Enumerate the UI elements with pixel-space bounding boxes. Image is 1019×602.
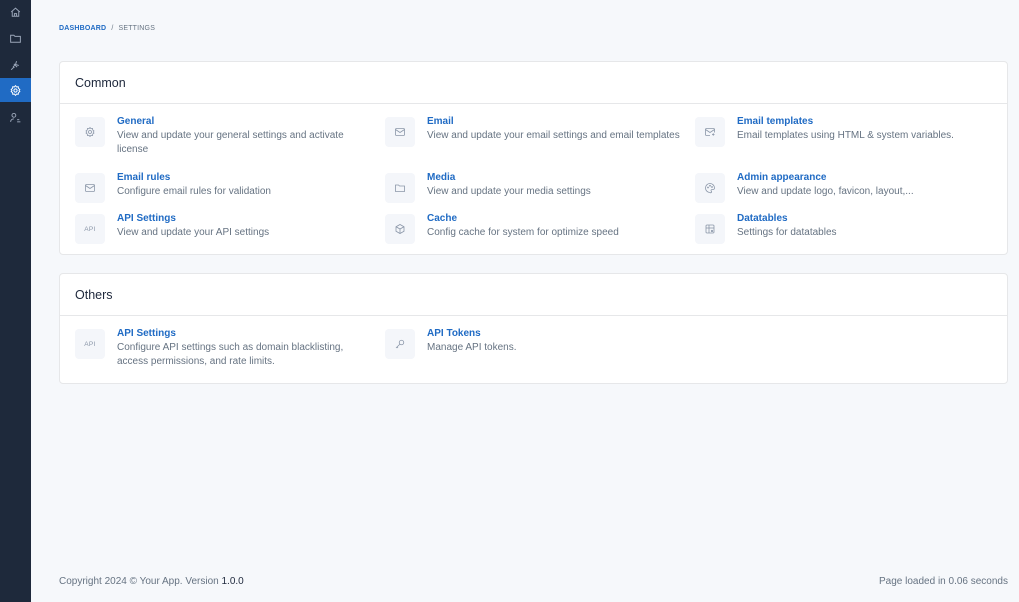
footer-copyright: Copyright 2024 © Your App. Version 1.0.0: [59, 576, 244, 587]
setting-general-link[interactable]: General: [117, 116, 375, 128]
sidebar-item-media[interactable]: [0, 26, 31, 50]
setting-email-rules-description: Configure email rules for validation: [117, 186, 271, 197]
setting-email-link[interactable]: Email: [427, 116, 680, 128]
setting-api-tokens[interactable]: API Tokens Manage API tokens.: [385, 328, 685, 359]
setting-api-tokens-description: Manage API tokens.: [427, 342, 517, 353]
setting-others-api-settings-description: Configure API settings such as domain bl…: [117, 342, 344, 367]
sidebar-item-plugins[interactable]: [0, 53, 31, 77]
folder-icon: [10, 34, 21, 43]
sidebar: [0, 0, 31, 602]
others-settings-card: Others API API Settings Configure API se…: [59, 273, 1008, 384]
setting-datatables[interactable]: Datatables Settings for datatables: [695, 213, 995, 244]
key-icon: [385, 329, 415, 359]
others-card-title: Others: [60, 274, 1007, 316]
setting-datatables-description: Settings for datatables: [737, 227, 837, 238]
setting-email-templates-link[interactable]: Email templates: [737, 116, 954, 128]
main-content: DASHBOARD / SETTINGS Common General View…: [31, 0, 1019, 602]
setting-others-api-settings[interactable]: API API Settings Configure API settings …: [75, 328, 375, 369]
plugin-icon: [10, 60, 19, 70]
folder-icon: [385, 173, 415, 203]
breadcrumb-current: SETTINGS: [118, 25, 156, 32]
setting-admin-appearance-link[interactable]: Admin appearance: [737, 172, 914, 184]
breadcrumb-separator: /: [111, 25, 114, 32]
gear-icon: [75, 117, 105, 147]
setting-media-link[interactable]: Media: [427, 172, 591, 184]
setting-api-settings-link[interactable]: API Settings: [117, 213, 269, 225]
setting-api-settings-description: View and update your API settings: [117, 227, 270, 238]
page-load-time: Page loaded in 0.06 seconds: [879, 576, 1008, 587]
breadcrumb: DASHBOARD / SETTINGS: [59, 25, 155, 32]
setting-cache-description: Config cache for system for optimize spe…: [427, 227, 619, 238]
api-icon: API: [75, 214, 105, 244]
api-badge: API: [84, 225, 96, 233]
mail-template-icon: [695, 117, 725, 147]
api-badge: API: [84, 340, 96, 348]
setting-admin-appearance-description: View and update logo, favicon, layout,..…: [737, 186, 914, 197]
api-icon: API: [75, 329, 105, 359]
settings-icon: [10, 84, 21, 96]
setting-cache[interactable]: Cache Config cache for system for optimi…: [385, 213, 685, 244]
version-number: 1.0.0: [221, 576, 244, 587]
table-icon: [695, 214, 725, 244]
setting-datatables-link[interactable]: Datatables: [737, 213, 837, 225]
setting-general[interactable]: General View and update your general set…: [75, 116, 375, 157]
setting-email[interactable]: Email View and update your email setting…: [385, 116, 685, 147]
setting-email-rules[interactable]: Email rules Configure email rules for va…: [75, 172, 375, 203]
sidebar-item-home[interactable]: [0, 0, 31, 24]
setting-api-tokens-link[interactable]: API Tokens: [427, 328, 517, 340]
mail-icon: [385, 117, 415, 147]
setting-admin-appearance[interactable]: Admin appearance View and update logo, f…: [695, 172, 995, 203]
sidebar-item-settings[interactable]: [0, 78, 31, 102]
palette-icon: [695, 173, 725, 203]
box-icon: [385, 214, 415, 244]
setting-general-description: View and update your general settings an…: [117, 130, 344, 155]
mail-icon: [75, 173, 105, 203]
setting-email-description: View and update your email settings and …: [427, 130, 680, 141]
breadcrumb-dashboard-link[interactable]: DASHBOARD: [59, 25, 106, 32]
setting-email-templates[interactable]: Email templates Email templates using HT…: [695, 116, 995, 147]
setting-email-rules-link[interactable]: Email rules: [117, 172, 271, 184]
setting-cache-link[interactable]: Cache: [427, 213, 619, 225]
copyright-text: Copyright 2024 © Your App. Version: [59, 576, 222, 587]
setting-email-templates-description: Email templates using HTML & system vari…: [737, 130, 954, 141]
setting-media[interactable]: Media View and update your media setting…: [385, 172, 685, 203]
common-settings-card: Common General View and update your gene…: [59, 61, 1008, 255]
common-card-title: Common: [60, 62, 1007, 104]
home-icon: [10, 7, 21, 17]
setting-media-description: View and update your media settings: [427, 186, 591, 197]
sidebar-item-users[interactable]: [0, 105, 31, 129]
setting-others-api-settings-link[interactable]: API Settings: [117, 328, 375, 340]
setting-api-settings[interactable]: API API Settings View and update your AP…: [75, 213, 375, 244]
users-icon: [10, 112, 21, 122]
